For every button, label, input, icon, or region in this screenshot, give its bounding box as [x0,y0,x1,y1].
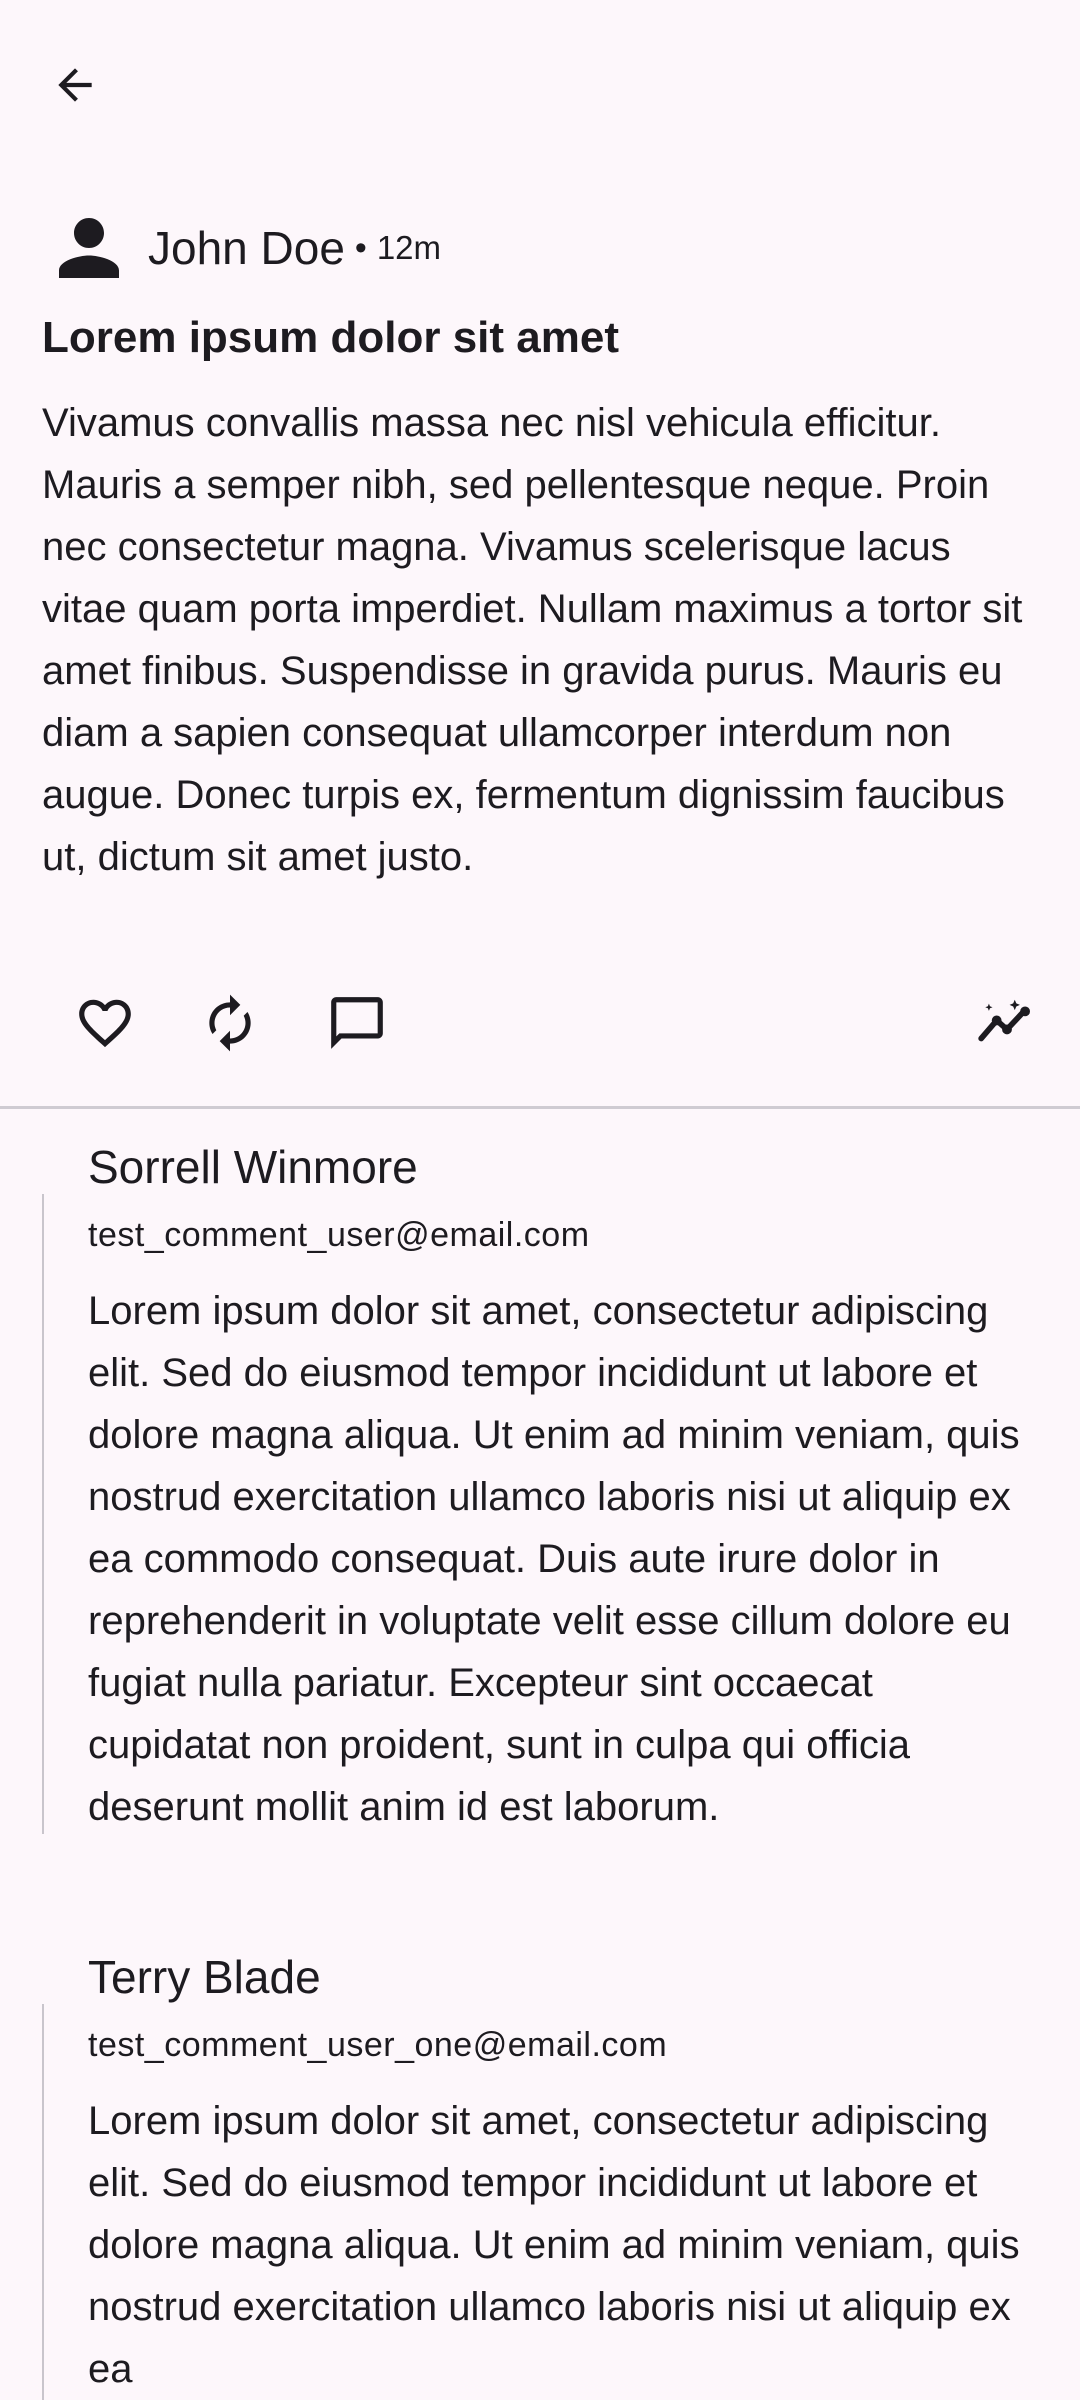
arrow-back-icon [58,68,92,102]
comment-thread-line [42,2004,44,2400]
post-body: Vivamus convallis massa nec nisl vehicul… [42,401,1023,879]
insights-icon [978,999,1030,1042]
post-author-name[interactable]: John Doe [148,221,345,275]
heart-outline-icon [79,999,131,1048]
comment-author-email: test_comment_user_one@email.com [88,2026,668,2064]
post-author-row: John Doe • 12m [42,198,441,298]
post-actions [0,968,1080,1078]
post-timestamp: 12m [376,229,442,266]
top-app-bar [0,0,1080,168]
post-detail-screen: John Doe • 12m Lorem ipsum dolor sit ame… [0,0,1080,2400]
post-title: Lorem ipsum dolor sit amet [42,313,619,362]
comment-body: Lorem ipsum dolor sit amet, consectetur … [88,2099,1020,2391]
insights-button[interactable] [957,968,1057,1078]
comment-author-name[interactable]: Terry Blade [88,1940,321,2014]
repost-button[interactable] [180,968,280,1078]
back-button[interactable] [30,40,120,130]
comment-thread-line [42,1194,44,1834]
like-button[interactable] [55,968,155,1078]
avatar[interactable] [42,201,136,295]
divider [0,1106,1080,1109]
separator-dot: • [354,228,367,267]
comment-author-email: test_comment_user@email.com [88,1216,590,1254]
comment-outline-icon [331,997,383,1049]
repost-icon [209,994,251,1052]
person-icon [59,218,119,278]
comment-body: Lorem ipsum dolor sit amet, consectetur … [88,1289,1020,1829]
comment-button[interactable] [307,968,407,1078]
comment-author-name[interactable]: Sorrell Winmore [88,1130,418,1204]
